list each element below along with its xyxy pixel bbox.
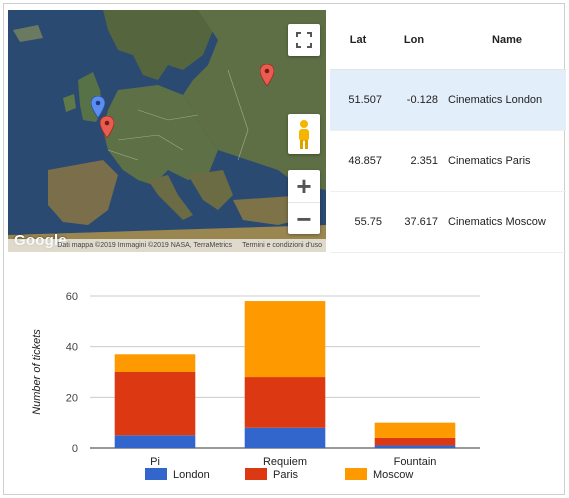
fullscreen-icon xyxy=(296,32,312,48)
header-lat[interactable]: Lat xyxy=(330,34,386,46)
bar-paris xyxy=(374,437,456,446)
header-lon[interactable]: Lon xyxy=(386,34,442,46)
street-view-button[interactable] xyxy=(288,114,320,154)
table-row[interactable]: 55.75 37.617 Cinematics Moscow xyxy=(330,192,566,253)
table-row[interactable]: 48.857 2.351 Cinematics Paris xyxy=(330,131,566,192)
map-attribution-bar: Dati mappa ©2019 Immagini ©2019 NASA, Te… xyxy=(8,239,326,252)
marker-paris-icon[interactable] xyxy=(100,116,114,138)
bar-moscow xyxy=(244,301,326,378)
y-tick-label: 0 xyxy=(72,443,78,455)
dashboard-frame: + − Google Dati mappa ©2019 Immagini ©20… xyxy=(3,3,566,495)
cell-name: Cinematics Moscow xyxy=(448,216,546,228)
fullscreen-button[interactable] xyxy=(288,24,320,56)
legend-label: Paris xyxy=(273,469,299,481)
bar-paris xyxy=(114,372,196,436)
legend-swatch xyxy=(245,468,267,480)
y-tick-label: 40 xyxy=(66,342,78,354)
cell-name: Cinematics Paris xyxy=(448,155,531,167)
y-tick-label: 60 xyxy=(66,291,78,303)
table-row[interactable]: 51.507 -0.128 Cinematics London xyxy=(330,70,566,131)
zoom-out-button[interactable]: − xyxy=(288,202,320,234)
zoom-in-button[interactable]: + xyxy=(288,170,320,202)
tickets-chart: 0 20 40 60 Number of tickets Pi Requiem Fountai… xyxy=(10,274,562,494)
cell-name: Cinematics London xyxy=(448,94,543,106)
pegman-icon xyxy=(299,120,309,149)
table-header: Lat Lon Name xyxy=(330,10,566,70)
legend-label: London xyxy=(173,469,210,481)
bar-london xyxy=(374,445,456,448)
y-axis-label: Number of tickets xyxy=(31,329,43,415)
cell-lon: 37.617 xyxy=(404,216,438,228)
marker-moscow-icon[interactable] xyxy=(260,64,274,86)
cell-lon: 2.351 xyxy=(410,155,438,167)
legend-swatch xyxy=(145,468,167,480)
marker-london-icon[interactable] xyxy=(91,96,105,118)
zoom-control: + − xyxy=(288,170,320,234)
bar-paris xyxy=(244,377,326,428)
cell-lat: 51.507 xyxy=(348,94,382,106)
legend-label: Moscow xyxy=(373,469,413,481)
x-tick-label: Pi xyxy=(150,456,160,468)
cell-lon: -0.128 xyxy=(406,94,438,106)
cell-lat: 48.857 xyxy=(348,155,382,167)
map-terms-link[interactable]: Termini e condizioni d'uso xyxy=(242,242,322,249)
bar-london xyxy=(114,435,196,448)
legend-swatch xyxy=(345,468,367,480)
bar-moscow xyxy=(374,422,456,438)
bar-london xyxy=(244,427,326,448)
chart-svg: 0 20 40 60 Number of tickets Pi Requiem Fountai… xyxy=(31,291,480,481)
cell-lat: 55.75 xyxy=(354,216,382,228)
header-name[interactable]: Name xyxy=(442,34,566,46)
x-tick-label: Requiem xyxy=(263,456,307,468)
map-attribution: Dati mappa ©2019 Immagini ©2019 NASA, Te… xyxy=(57,242,233,249)
map-view[interactable]: + − Google Dati mappa ©2019 Immagini ©20… xyxy=(8,10,326,252)
y-tick-label: 20 xyxy=(66,392,78,404)
map-imagery xyxy=(8,10,326,252)
bar-moscow xyxy=(114,354,196,372)
x-tick-label: Fountain xyxy=(394,456,437,468)
locations-table: Lat Lon Name 51.507 -0.128 Cinematics Lo… xyxy=(330,10,566,253)
